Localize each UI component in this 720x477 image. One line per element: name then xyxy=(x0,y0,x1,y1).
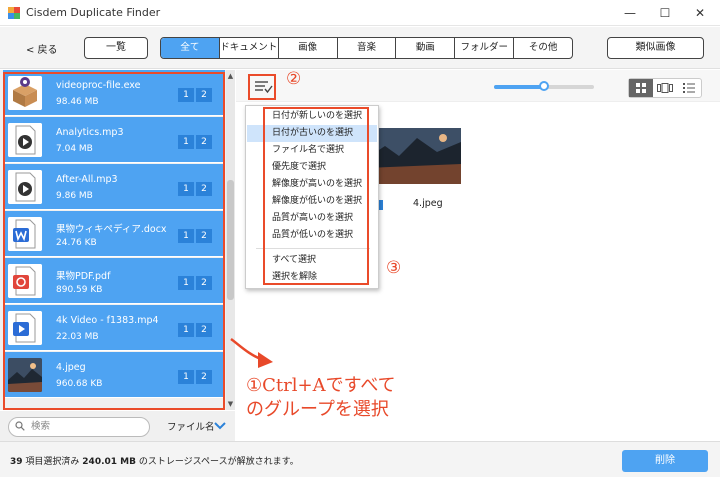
list-view-icon[interactable] xyxy=(677,79,701,97)
tab-videos[interactable]: 動画 xyxy=(395,38,454,58)
title-bar: Cisdem Duplicate Finder — ☐ ✕ xyxy=(0,0,720,26)
status-text: 39 項目選択済み 240.01 MB のストレージスペースが解放されます。 xyxy=(10,454,299,467)
tab-images[interactable]: 画像 xyxy=(277,38,337,58)
selected-count-label: 項目選択済み xyxy=(25,457,80,467)
thumbnail-size-slider[interactable] xyxy=(494,81,594,91)
annotation-text: ①Ctrl+Aですべて のグループを選択 xyxy=(246,374,396,422)
scroll-down-icon[interactable]: ▼ xyxy=(226,400,235,408)
similar-images-button[interactable]: 類似画像 xyxy=(607,37,704,59)
scroll-up-icon[interactable]: ▲ xyxy=(226,72,235,80)
freed-size: 240.01 MB xyxy=(82,457,136,467)
app-logo-icon xyxy=(8,7,20,19)
delete-button[interactable]: 削除 xyxy=(622,450,708,472)
annotation-line-2: のグループを選択 xyxy=(246,399,389,420)
annotation-step-3: ③ xyxy=(386,258,402,278)
annotation-step-2: ② xyxy=(286,69,302,89)
search-input[interactable]: 検索 xyxy=(8,417,150,437)
toolbar: < 戻る 一覧 全て ドキュメント 画像 音楽 動画 フォルダー その他 類似画… xyxy=(0,27,720,69)
slider-fill xyxy=(494,85,544,89)
scroll-thumb[interactable] xyxy=(227,180,234,300)
preview-thumbnail[interactable] xyxy=(367,128,461,184)
tab-music[interactable]: 音楽 xyxy=(336,38,396,58)
annotation-box-menu-button xyxy=(248,74,276,100)
freed-size-label: のストレージスペースが解放されます。 xyxy=(138,457,299,467)
status-bar: 39 項目選択済み 240.01 MB のストレージスペースが解放されます。 削… xyxy=(0,441,720,477)
minimize-button[interactable]: — xyxy=(620,3,640,23)
chevron-down-icon[interactable] xyxy=(213,418,227,432)
overview-button[interactable]: 一覧 xyxy=(84,37,148,59)
tab-all[interactable]: 全て xyxy=(161,38,219,58)
back-button[interactable]: < 戻る xyxy=(26,41,58,56)
tab-documents[interactable]: ドキュメント xyxy=(218,38,278,58)
selected-count: 39 xyxy=(10,457,23,467)
close-button[interactable]: ✕ xyxy=(690,3,710,23)
filmstrip-view-icon[interactable] xyxy=(653,79,677,97)
slider-knob[interactable] xyxy=(539,81,549,91)
annotation-arrow-icon xyxy=(230,337,273,368)
annotation-box-file-list xyxy=(3,72,225,410)
grid-view-icon[interactable] xyxy=(629,79,653,97)
search-bar: 検索 ファイル名 xyxy=(0,411,235,441)
category-tabs: 全て ドキュメント 画像 音楽 動画 フォルダー その他 xyxy=(160,37,573,59)
search-icon xyxy=(15,421,25,431)
tab-others[interactable]: その他 xyxy=(513,38,572,58)
view-mode-group xyxy=(628,78,702,98)
preview-toolbar: ② xyxy=(236,69,720,102)
maximize-button[interactable]: ☐ xyxy=(655,3,675,23)
preview-file-name: 4.jpeg xyxy=(413,198,443,209)
annotation-line-1: ①Ctrl+Aですべて xyxy=(246,375,396,396)
window-title: Cisdem Duplicate Finder xyxy=(26,6,161,19)
tab-folders[interactable]: フォルダー xyxy=(454,38,513,58)
annotation-box-menu xyxy=(263,107,369,285)
